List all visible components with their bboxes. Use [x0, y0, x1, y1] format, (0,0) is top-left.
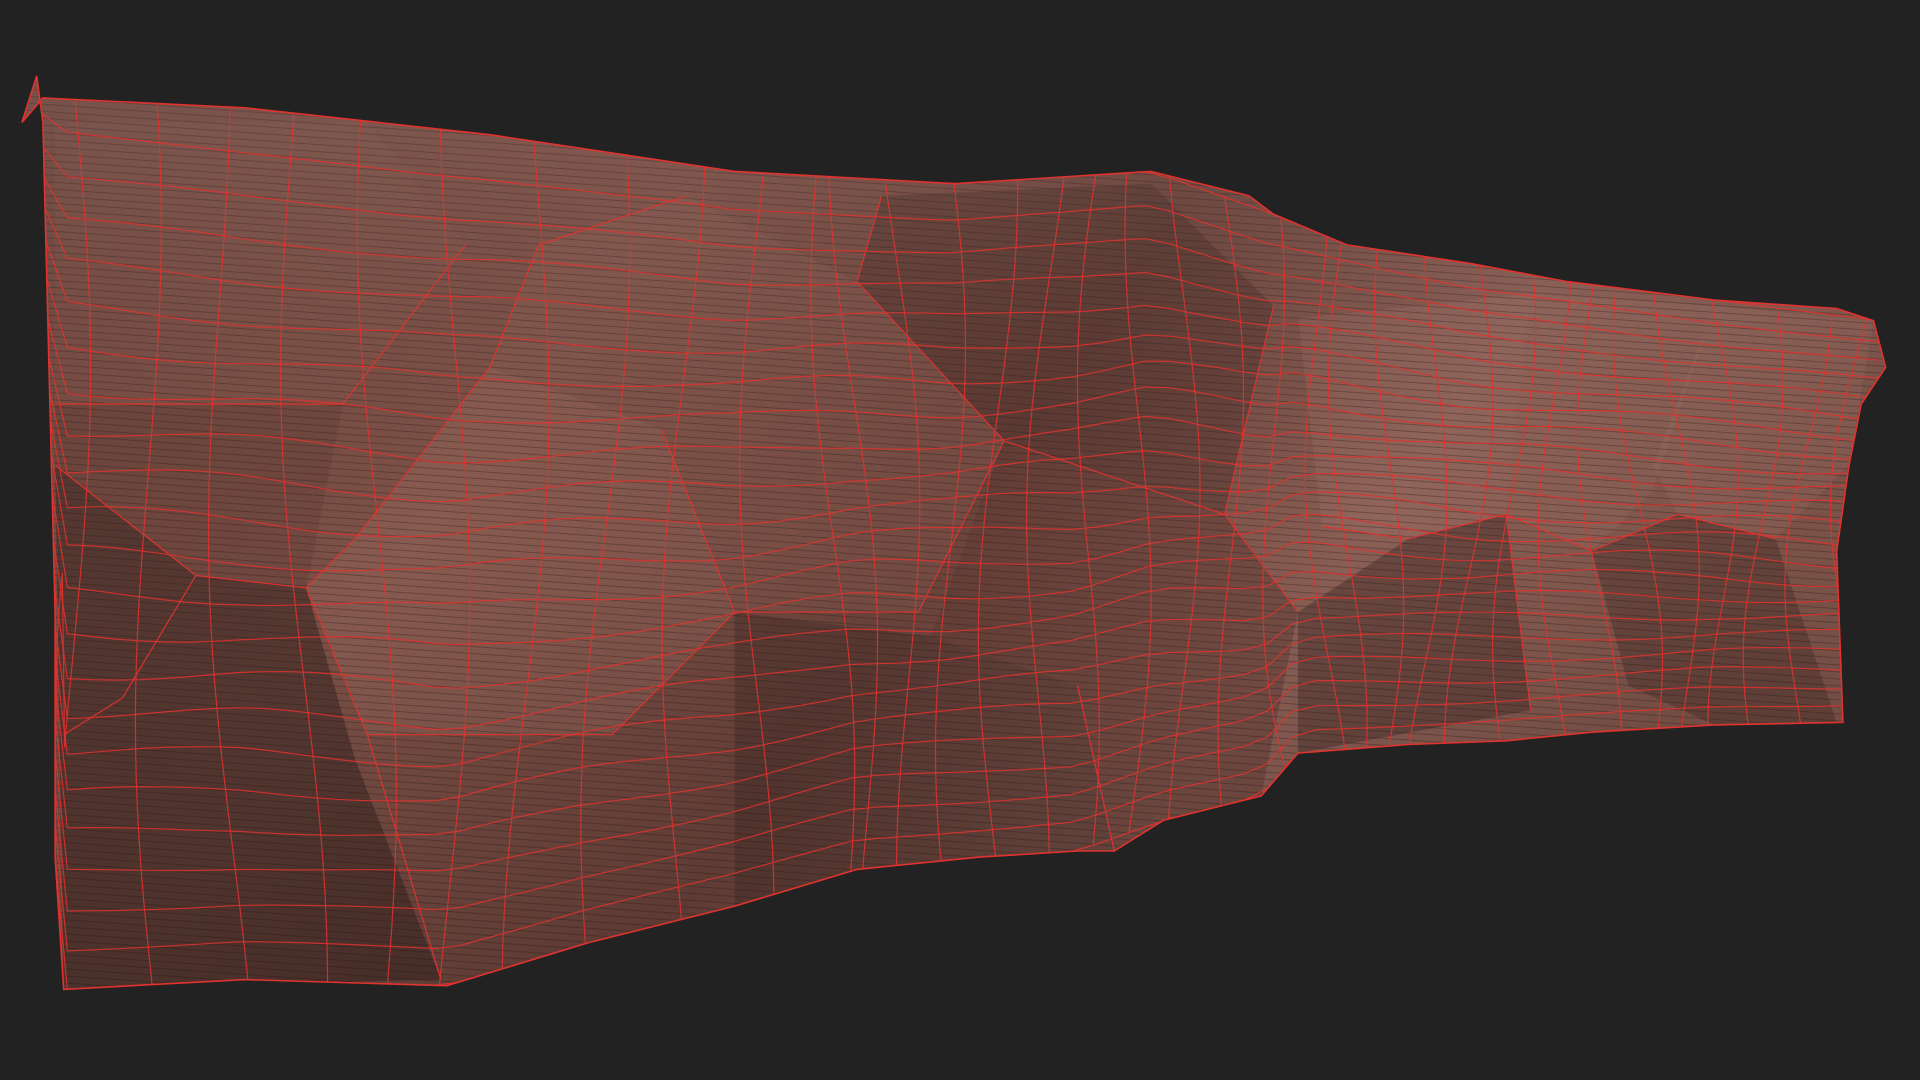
ambient-shading [22, 75, 1886, 990]
rock-facets [22, 75, 1886, 990]
3d-viewport[interactable] [0, 0, 1920, 1080]
rock-mesh-render[interactable] [0, 0, 1920, 1080]
rock-surface [22, 75, 1886, 990]
